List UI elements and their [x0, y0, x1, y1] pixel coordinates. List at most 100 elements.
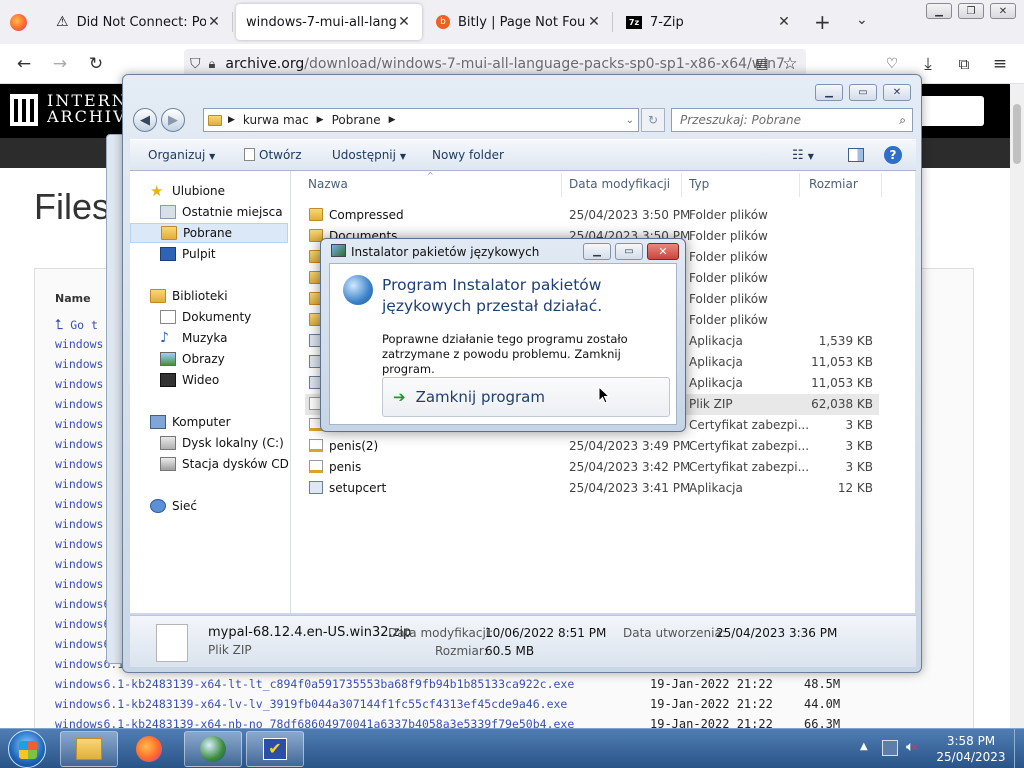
nav-desktop[interactable]: Pulpit: [160, 244, 216, 264]
file-link[interactable]: windows: [55, 397, 103, 411]
file-link[interactable]: windows: [55, 457, 103, 471]
close-program-button[interactable]: ➔ Zamknij program: [382, 377, 670, 417]
dialog-maximize-button[interactable]: ▭: [615, 243, 643, 260]
refresh-icon[interactable]: ↻: [641, 108, 665, 132]
nav-favorites[interactable]: ★ Ulubione: [150, 181, 225, 201]
download-icon[interactable]: ⤓: [916, 52, 940, 76]
nav-recent-places[interactable]: Ostatnie miejsca: [160, 202, 283, 222]
file-link[interactable]: windows: [55, 497, 103, 511]
organize-button[interactable]: Organizuj ▼: [148, 148, 215, 162]
nav-pictures[interactable]: Obrazy: [160, 349, 225, 369]
column-header-date[interactable]: Data modyfikacji: [569, 177, 670, 191]
search-input[interactable]: Przeszukaj: Pobrane ⌕: [671, 108, 913, 132]
chevron-down-icon[interactable]: ⌄: [856, 12, 868, 28]
address-bar[interactable]: ▶ kurwa mac ▶ Pobrane ▶ ⌄: [203, 108, 639, 132]
lock-icon[interactable]: 🔒︎: [209, 57, 216, 72]
explorer-maximize-button[interactable]: ▭: [849, 84, 877, 101]
close-window-button[interactable]: ✕: [990, 3, 1016, 19]
file-row[interactable]: penis(2) 25/04/2023 3:49 PM Certyfikat zab…: [305, 436, 879, 457]
network-tray-icon[interactable]: [882, 740, 898, 756]
new-tab-icon[interactable]: +: [814, 10, 831, 34]
taskbar-installer-button[interactable]: ✔: [246, 731, 304, 767]
back-button[interactable]: ◀: [133, 108, 157, 132]
file-link[interactable]: windows: [55, 337, 103, 351]
nav-computer[interactable]: Komputer: [150, 412, 231, 432]
bookmark-star-icon[interactable]: ☆: [778, 52, 802, 76]
file-link[interactable]: windows6.1-kb2483139-x64-lt-lt_c894f0a59…: [55, 677, 574, 691]
minimize-button[interactable]: ▁: [926, 3, 952, 19]
nav-libraries[interactable]: Biblioteki: [150, 286, 228, 306]
taskbar-firefox-button[interactable]: [120, 731, 178, 767]
shield-icon[interactable]: ⛉: [190, 56, 201, 72]
column-header-name[interactable]: Nazwa: [308, 177, 348, 191]
pocket-icon[interactable]: ♡: [880, 52, 904, 76]
file-row[interactable]: setupcert 25/04/2023 3:41 PM Aplikacja 12 K…: [305, 478, 879, 499]
tab-archive[interactable]: windows-7-mui-all-language ✕: [236, 4, 422, 40]
volume-muted-icon[interactable]: 🔈︎✕: [906, 739, 919, 755]
explorer-close-button[interactable]: ✕: [883, 84, 911, 101]
reload-icon[interactable]: ↻: [84, 52, 108, 76]
file-row[interactable]: penis 25/04/2023 3:42 PM Certyfikat zabezp…: [305, 457, 879, 478]
firefox-icon[interactable]: [10, 14, 27, 31]
close-tab-icon[interactable]: ✕: [206, 14, 222, 30]
breadcrumb-user[interactable]: kurwa mac: [243, 113, 309, 127]
page-scrollbar[interactable]: [1010, 84, 1024, 730]
file-link[interactable]: windows: [55, 417, 103, 431]
new-folder-button[interactable]: Nowy folder: [432, 148, 504, 162]
column-header-size[interactable]: Rozmiar: [809, 177, 858, 191]
file-link[interactable]: windows: [55, 437, 103, 451]
error-dialog[interactable]: Instalator pakietów językowych ▁ ▭ ✕ Pro…: [320, 238, 686, 432]
column-header-type[interactable]: Typ: [689, 177, 709, 191]
tab-did-not-connect[interactable]: ⚠ Did Not Connect: Potent ✕: [46, 4, 232, 40]
maximize-button[interactable]: ❐: [958, 3, 984, 19]
file-link[interactable]: windows: [55, 357, 103, 371]
show-hidden-icons[interactable]: ▲: [860, 741, 868, 752]
back-arrow-icon[interactable]: ←: [12, 52, 36, 76]
menu-icon[interactable]: ≡: [988, 52, 1012, 76]
nav-documents[interactable]: Dokumenty: [160, 307, 251, 327]
file-link[interactable]: windows: [55, 537, 103, 551]
file-link[interactable]: windows: [55, 577, 103, 591]
nav-music[interactable]: ♪ Muzyka: [160, 328, 227, 348]
scroll-thumb[interactable]: [1013, 104, 1021, 164]
forward-arrow-icon[interactable]: →: [48, 52, 72, 76]
file-link[interactable]: windows: [55, 477, 103, 491]
breadcrumb-downloads[interactable]: Pobrane: [332, 113, 381, 127]
show-desktop-button[interactable]: [1014, 729, 1024, 768]
close-tab-icon[interactable]: ✕: [396, 14, 412, 30]
search-icon[interactable]: ⌕: [899, 113, 906, 128]
dialog-close-button[interactable]: ✕: [647, 243, 679, 260]
dialog-minimize-button[interactable]: ▁: [583, 243, 611, 260]
close-tab-icon[interactable]: ✕: [586, 14, 602, 30]
explorer-minimize-button[interactable]: ▁: [815, 84, 843, 101]
file-link[interactable]: windows: [55, 517, 103, 531]
help-icon[interactable]: ?: [884, 146, 902, 164]
extensions-icon[interactable]: ⧉: [952, 52, 976, 76]
tab-bitly[interactable]: b Bitly | Page Not Found | 4 ✕: [426, 4, 612, 40]
start-button[interactable]: [8, 730, 46, 768]
preview-pane-icon[interactable]: [848, 148, 864, 162]
go-up-link[interactable]: ⮤ Go t: [55, 317, 98, 333]
dropdown-icon[interactable]: ⌄: [626, 115, 634, 126]
taskbar-globe-app-button[interactable]: [184, 731, 242, 767]
reader-view-icon[interactable]: ▤: [750, 52, 774, 76]
close-tab-icon[interactable]: ✕: [776, 14, 792, 30]
archive-logo-icon[interactable]: [10, 94, 38, 126]
file-row[interactable]: Compressed 25/04/2023 3:50 PM Folder plikó…: [305, 205, 879, 226]
open-button[interactable]: Otwórz: [244, 148, 302, 162]
taskbar-explorer-button[interactable]: [60, 731, 118, 767]
nav-cd-drive[interactable]: Stacja dysków CD (D: [160, 454, 290, 474]
file-link[interactable]: windows: [55, 377, 103, 391]
archive-search-input[interactable]: [916, 96, 984, 126]
view-options-icon[interactable]: ☷ ▼: [792, 148, 814, 163]
file-link[interactable]: windows6.1-kb2483139-x64-lv-lv_3919fb044…: [55, 697, 567, 711]
clock[interactable]: 3:58 PM 25/04/2023: [932, 733, 1010, 765]
nav-downloads[interactable]: Pobrane: [130, 223, 288, 243]
forward-button[interactable]: ▶: [161, 108, 185, 132]
nav-network[interactable]: Sieć: [150, 496, 197, 516]
file-link[interactable]: windows: [55, 557, 103, 571]
share-button[interactable]: Udostępnij ▼: [332, 148, 406, 162]
nav-video[interactable]: Wideo: [160, 370, 219, 390]
nav-local-disk[interactable]: Dysk lokalny (C:): [160, 433, 284, 453]
tab-7zip[interactable]: 7z 7-Zip ✕: [616, 4, 802, 40]
